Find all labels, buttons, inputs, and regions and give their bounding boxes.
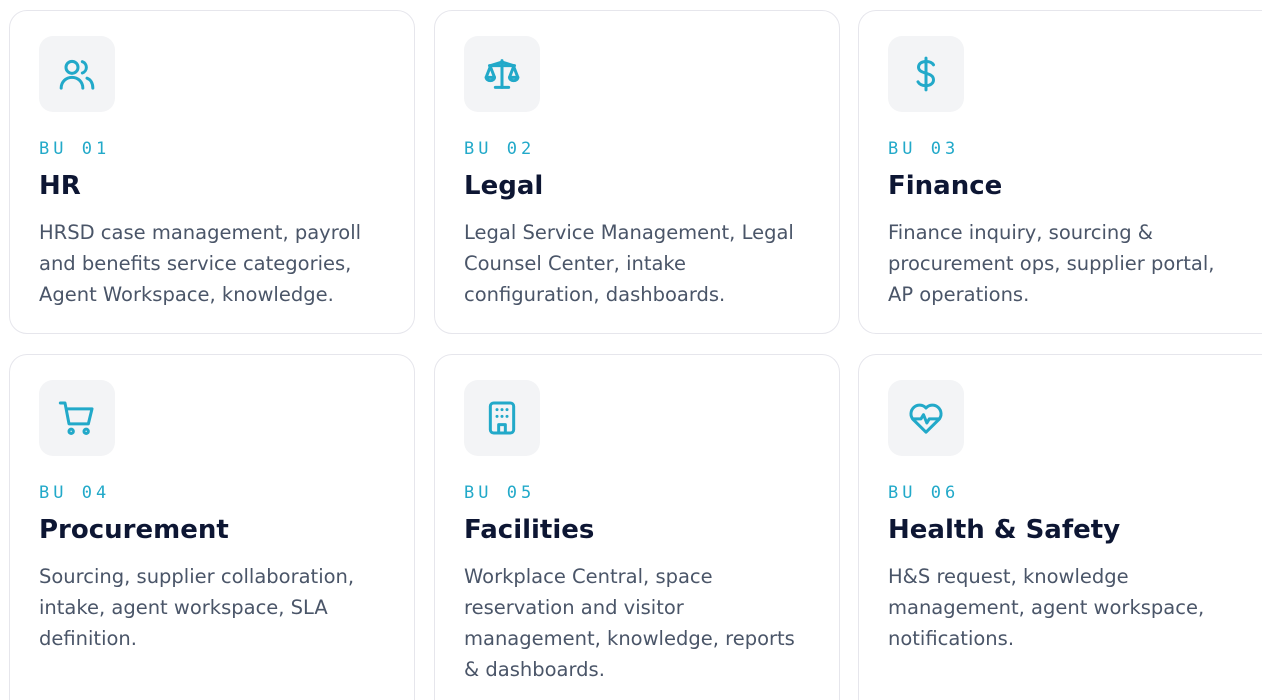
bu-card-hr[interactable]: BU 01 HR HRSD case management, payroll a… [9, 10, 415, 334]
card-title: Legal [464, 171, 544, 201]
cart-icon [39, 380, 115, 456]
bu-card-finance[interactable]: BU 03 Finance Finance inquiry, sourcing … [858, 10, 1262, 334]
building-icon [464, 380, 540, 456]
dollar-icon [888, 36, 964, 112]
card-title: Health & Safety [888, 515, 1121, 545]
bu-card-legal[interactable]: BU 02 Legal Legal Service Management, Le… [434, 10, 840, 334]
card-description: Finance inquiry, sourcing & procurement … [888, 221, 1215, 306]
card-description: Legal Service Management, Legal Counsel … [464, 221, 794, 306]
bu-number: BU 04 [39, 483, 111, 503]
bu-number: BU 03 [888, 139, 960, 159]
heart-pulse-icon [888, 380, 964, 456]
card-description: H&S request, knowledge management, agent… [888, 565, 1205, 650]
bu-number: BU 01 [39, 139, 111, 159]
card-title: Procurement [39, 515, 229, 545]
scale-icon [464, 36, 540, 112]
bu-number: BU 05 [464, 483, 536, 503]
bu-card-health-safety[interactable]: BU 06 Health & Safety H&S request, knowl… [858, 354, 1262, 700]
bu-number: BU 02 [464, 139, 536, 159]
bu-card-facilities[interactable]: BU 05 Facilities Workplace Central, spac… [434, 354, 840, 700]
card-description: Workplace Central, space reservation and… [464, 565, 795, 681]
card-title: Finance [888, 171, 1003, 201]
users-icon [39, 36, 115, 112]
bu-number: BU 06 [888, 483, 960, 503]
card-title: Facilities [464, 515, 595, 545]
card-title: HR [39, 171, 81, 201]
card-description: Sourcing, supplier collaboration, intake… [39, 565, 355, 650]
bu-card-procurement[interactable]: BU 04 Procurement Sourcing, supplier col… [9, 354, 415, 700]
card-description: HRSD case management, payroll and benefi… [39, 221, 362, 306]
